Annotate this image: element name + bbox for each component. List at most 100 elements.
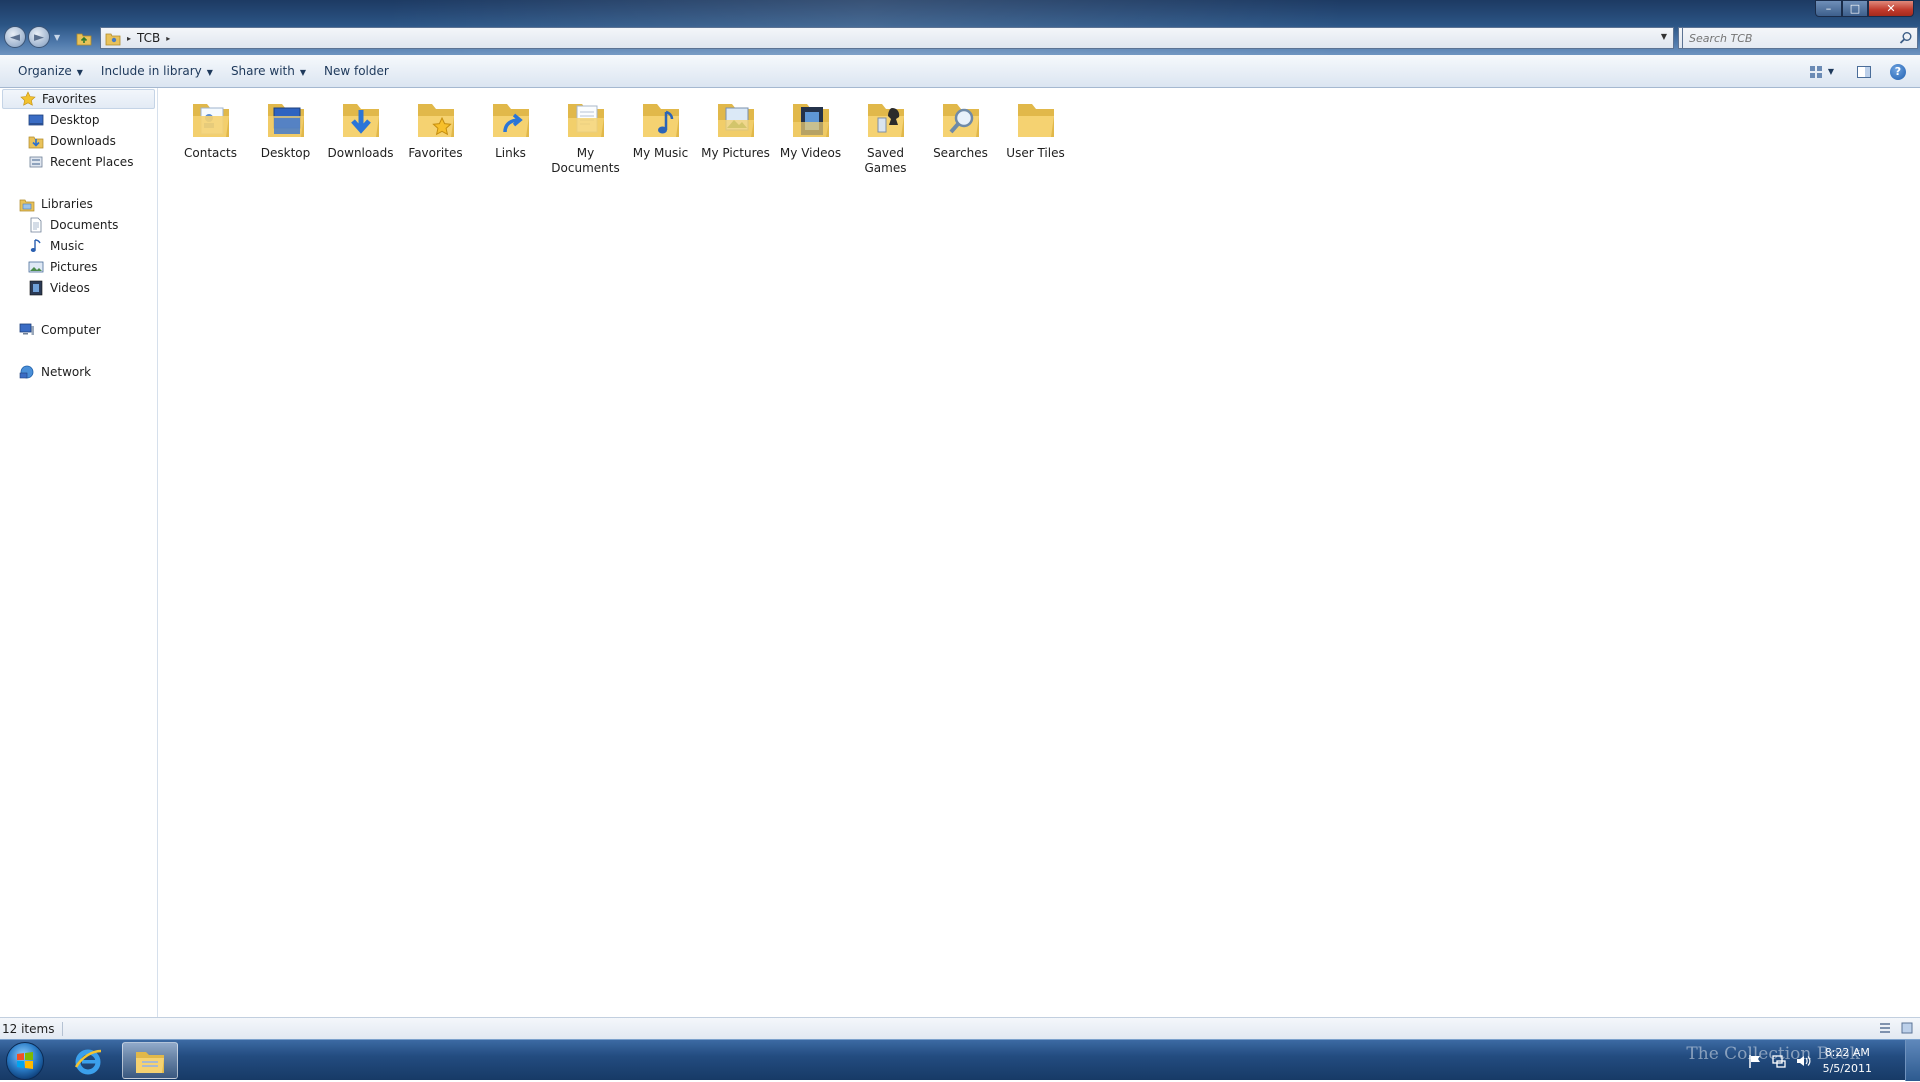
download-arrow-icon	[342, 104, 379, 137]
include-in-library-label: Include in library	[100, 64, 202, 78]
share-with-menu[interactable]: Share with ▼	[223, 64, 316, 78]
folder-tile-contacts[interactable]: Contacts	[173, 96, 248, 161]
view-options-icon[interactable]	[1808, 64, 1824, 80]
folder-tile-links[interactable]: Links	[473, 96, 548, 161]
folder-tile-my-music[interactable]: My Music	[623, 96, 698, 161]
navigation-pane: Favorites Desktop Downloads Recent Place…	[0, 88, 158, 1017]
minimize-button[interactable]: –	[1815, 0, 1842, 17]
computer-icon	[19, 323, 34, 335]
folder-name: Favorites	[408, 146, 463, 160]
action-center-flag-icon[interactable]	[1747, 1053, 1763, 1069]
search-box[interactable]	[1682, 27, 1918, 49]
network-icon	[19, 365, 34, 379]
desktop-folder-icon	[267, 104, 304, 137]
sidebar-group-label: Network	[41, 365, 92, 379]
new-folder-label: New folder	[324, 64, 389, 78]
start-button[interactable]	[6, 1042, 44, 1080]
breadcrumb-separator[interactable]: ▸	[127, 34, 131, 43]
windows-explorer-icon	[136, 1051, 164, 1073]
sidebar-group-network[interactable]: Network	[19, 362, 91, 382]
taskbar-app-internet-explorer[interactable]	[60, 1042, 116, 1079]
folder-tile-saved-games[interactable]: Saved Games	[848, 96, 923, 176]
folder-name: Desktop	[260, 146, 311, 160]
navigation-buttons: ◄ ► ▼	[4, 26, 60, 48]
preview-pane-icon[interactable]	[1856, 64, 1872, 80]
link-arrow-icon	[492, 104, 529, 137]
details-view-icon[interactable]	[1878, 1021, 1892, 1035]
folder-name: User Tiles	[1006, 146, 1065, 160]
folder-name: My Videos	[779, 146, 842, 160]
chess-piece-icon	[867, 104, 904, 137]
sidebar-group-label: Computer	[41, 323, 101, 337]
folder-name: Links	[495, 146, 526, 160]
folder-tile-desktop[interactable]: Desktop	[248, 96, 323, 161]
sidebar-item-recent-places[interactable]: Recent Places	[28, 152, 133, 172]
sidebar-item-label: Music	[50, 239, 85, 253]
include-in-library-menu[interactable]: Include in library ▼	[93, 64, 223, 78]
new-folder-button[interactable]: New folder	[316, 64, 399, 78]
sidebar-item-downloads[interactable]: Downloads	[28, 131, 116, 151]
folder-name: Searches	[933, 146, 988, 160]
folder-tile-my-videos[interactable]: My Videos	[773, 96, 848, 161]
address-history-dropdown[interactable]: ▼	[1661, 32, 1667, 41]
help-icon[interactable]: ?	[1890, 63, 1906, 80]
organize-menu[interactable]: Organize ▼	[10, 64, 93, 78]
document-icon	[567, 104, 604, 137]
recent-pages-dropdown[interactable]: ▼	[54, 33, 60, 42]
folder-tile-downloads[interactable]: Downloads	[323, 96, 398, 161]
command-bar: Organize ▼ Include in library ▼ Share with…	[0, 55, 1920, 88]
back-button[interactable]: ◄	[4, 26, 26, 48]
breadcrumb-tcb[interactable]: TCB	[137, 31, 160, 45]
videos-icon	[29, 280, 43, 296]
folder-up-icon[interactable]	[76, 30, 92, 46]
folder-tile-my-documents[interactable]: My Documents	[548, 96, 623, 176]
command-bar-right: ▼ ?	[1808, 55, 1920, 88]
folder-name: Saved Games	[864, 146, 907, 175]
sidebar-group-computer[interactable]: Computer	[19, 320, 101, 340]
sidebar-group-label: Favorites	[42, 92, 97, 106]
sidebar-item-videos[interactable]: Videos	[28, 278, 90, 298]
maximize-button[interactable]: □	[1842, 0, 1868, 17]
sidebar-item-label: Documents	[50, 218, 119, 232]
file-list-view: Contacts Desktop Downloads Favorites Lin…	[159, 88, 1920, 1017]
close-button[interactable]: ✕	[1868, 0, 1914, 17]
folder-tile-favorites[interactable]: Favorites	[398, 96, 473, 161]
folder-icon	[105, 33, 121, 46]
folder-tile-my-pictures[interactable]: My Pictures	[698, 96, 773, 161]
search-icon[interactable]	[1899, 31, 1913, 45]
volume-icon[interactable]	[1795, 1053, 1811, 1069]
recent-places-icon	[29, 156, 43, 168]
sidebar-item-pictures[interactable]: Pictures	[28, 257, 98, 277]
music-icon	[30, 239, 41, 252]
sidebar-item-label: Videos	[50, 281, 90, 295]
clock-date: 5/5/2011	[1822, 1062, 1872, 1075]
taskbar-app-windows-explorer[interactable]	[122, 1042, 178, 1079]
taskbar: The Collection Book 8:22 AM 5/5/2011	[0, 1039, 1920, 1081]
network-status-icon[interactable]	[1771, 1053, 1787, 1069]
folder-name: My Documents	[551, 146, 620, 175]
sidebar-item-label: Recent Places	[50, 155, 134, 169]
documents-icon	[30, 217, 42, 233]
sidebar-group-favorites[interactable]: Favorites	[2, 89, 155, 109]
large-icons-view-icon[interactable]	[1900, 1021, 1914, 1035]
folder-name: My Music	[632, 146, 689, 160]
sidebar-item-label: Pictures	[50, 260, 98, 274]
address-bar[interactable]: ▸ TCB ▸ ▼	[100, 27, 1674, 49]
view-options-dropdown[interactable]: ▼	[1828, 67, 1834, 76]
folder-tile-user-tiles[interactable]: User Tiles	[998, 96, 1073, 161]
sidebar-item-music[interactable]: Music	[28, 236, 84, 256]
desktop-icon	[28, 114, 44, 126]
folder-tile-searches[interactable]: Searches	[923, 96, 998, 161]
forward-button[interactable]: ►	[28, 26, 50, 48]
magnifier-icon	[942, 104, 979, 137]
search-input[interactable]	[1683, 28, 1895, 48]
contacts-folder-icon	[192, 104, 229, 137]
music-note-icon	[642, 104, 679, 137]
breadcrumb-separator[interactable]: ▸	[166, 34, 170, 43]
taskbar-clock[interactable]: 8:22 AM 5/5/2011	[1823, 1045, 1872, 1077]
sidebar-group-libraries[interactable]: Libraries	[19, 194, 93, 214]
sidebar-item-desktop[interactable]: Desktop	[28, 110, 100, 130]
show-desktop-button[interactable]	[1905, 1040, 1920, 1081]
sidebar-item-documents[interactable]: Documents	[28, 215, 118, 235]
share-with-label: Share with	[230, 64, 295, 78]
